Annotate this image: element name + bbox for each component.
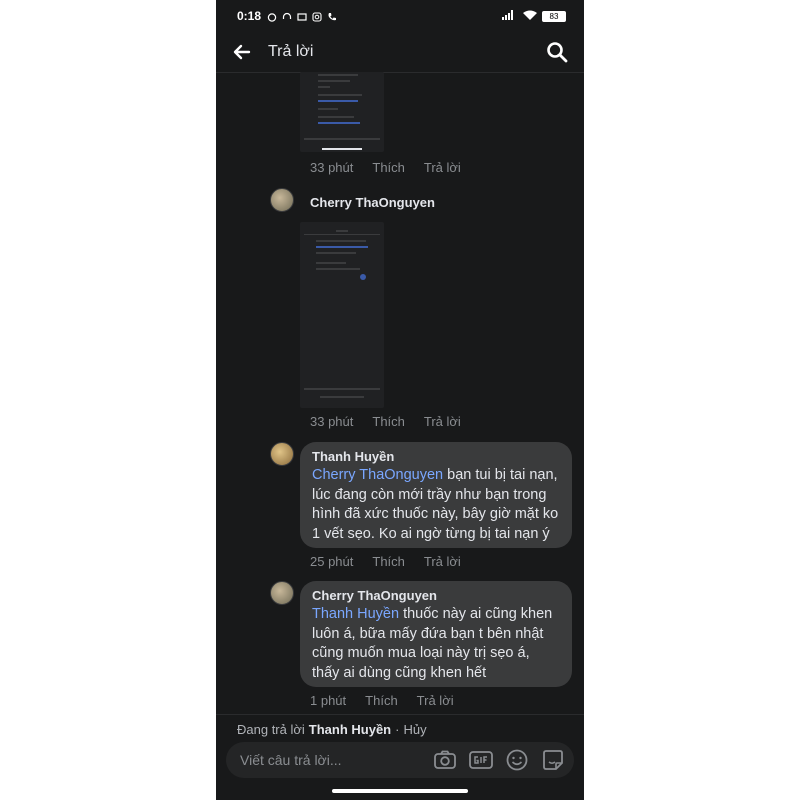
status-time: 0:18	[237, 9, 262, 23]
comment-timestamp: 33 phút	[310, 160, 354, 175]
avatar[interactable]	[270, 581, 294, 605]
battery-icon: 83	[542, 10, 566, 22]
separator-dot: ·	[395, 722, 400, 737]
headphones-icon	[282, 11, 292, 21]
avatar[interactable]	[270, 188, 294, 212]
like-button[interactable]: Thích	[372, 160, 405, 175]
comment-meta: 1 phút Thích Trả lời	[310, 693, 454, 708]
comment-meta: 33 phút Thích Trả lời	[310, 160, 461, 175]
like-button[interactable]: Thích	[372, 554, 405, 569]
status-bar: 0:18 83	[216, 0, 584, 32]
comment-author[interactable]: Cherry ThaOnguyen	[310, 195, 435, 210]
comment-timestamp: 33 phút	[310, 414, 354, 429]
avatar[interactable]	[270, 442, 294, 466]
mention-link[interactable]: Thanh Huyền	[312, 606, 399, 622]
wifi-icon	[523, 9, 537, 23]
comment-timestamp: 1 phút	[310, 693, 347, 708]
phone-call-icon	[327, 11, 337, 21]
comment-author[interactable]: Cherry ThaOnguyen	[312, 588, 560, 603]
comment-author[interactable]: Thanh Huyền	[312, 449, 560, 464]
home-indicator[interactable]	[332, 789, 468, 793]
comment-bubble: Thanh Huyền Cherry ThaOnguyen bạn tui bị…	[300, 442, 572, 548]
comment-thread: 33 phút Thích Trả lời Cherry ThaOnguyen …	[216, 72, 584, 714]
app-header: Trả lời	[216, 32, 584, 73]
phone-screen: 0:18 83 Trả lời 33 phút Thích Trả lời Ch…	[216, 0, 584, 800]
comment-text: Thanh Huyền thuốc này ai cũng khen luôn …	[312, 605, 560, 683]
page-title: Trả lời	[268, 43, 314, 60]
comment-image-thumbnail[interactable]	[300, 222, 384, 408]
reply-button[interactable]: Trả lời	[424, 160, 461, 175]
status-notification-icons	[267, 11, 337, 22]
camera-icon[interactable]	[432, 747, 458, 773]
emoji-icon[interactable]	[504, 747, 530, 773]
cancel-reply-button[interactable]: Hủy	[403, 722, 426, 737]
comment-timestamp: 25 phút	[310, 554, 354, 569]
gallery-icon	[297, 11, 307, 21]
comment-image-thumbnail[interactable]	[300, 72, 384, 152]
back-arrow-icon[interactable]	[232, 42, 252, 62]
composer-tools	[432, 747, 566, 773]
reply-button[interactable]: Trả lời	[424, 414, 461, 429]
replying-prefix: Đang trả lời	[237, 722, 305, 737]
comment-meta: 25 phút Thích Trả lời	[310, 554, 461, 569]
sticker-icon[interactable]	[540, 747, 566, 773]
like-button[interactable]: Thích	[365, 693, 398, 708]
reply-input[interactable]	[238, 751, 427, 769]
comment-text: Cherry ThaOnguyen bạn tui bị tai nạn, lú…	[312, 466, 560, 544]
replying-to-bar: Đang trả lời Thanh Huyền · Hủy	[216, 714, 584, 744]
status-system-icons: 83	[502, 9, 566, 23]
like-button[interactable]: Thích	[372, 414, 405, 429]
reply-composer	[226, 742, 574, 778]
reply-button[interactable]: Trả lời	[417, 693, 454, 708]
search-icon[interactable]	[546, 41, 568, 63]
reply-button[interactable]: Trả lời	[424, 554, 461, 569]
mention-link[interactable]: Cherry ThaOnguyen	[312, 467, 443, 483]
comment-bubble: Cherry ThaOnguyen Thanh Huyền thuốc này …	[300, 581, 572, 687]
instagram-icon	[312, 11, 322, 22]
gif-icon[interactable]	[468, 747, 494, 773]
signal-icon	[502, 9, 518, 23]
alarm-icon	[267, 11, 277, 22]
comment-meta: 33 phút Thích Trả lời	[310, 414, 461, 429]
replying-to-name: Thanh Huyền	[308, 722, 392, 737]
